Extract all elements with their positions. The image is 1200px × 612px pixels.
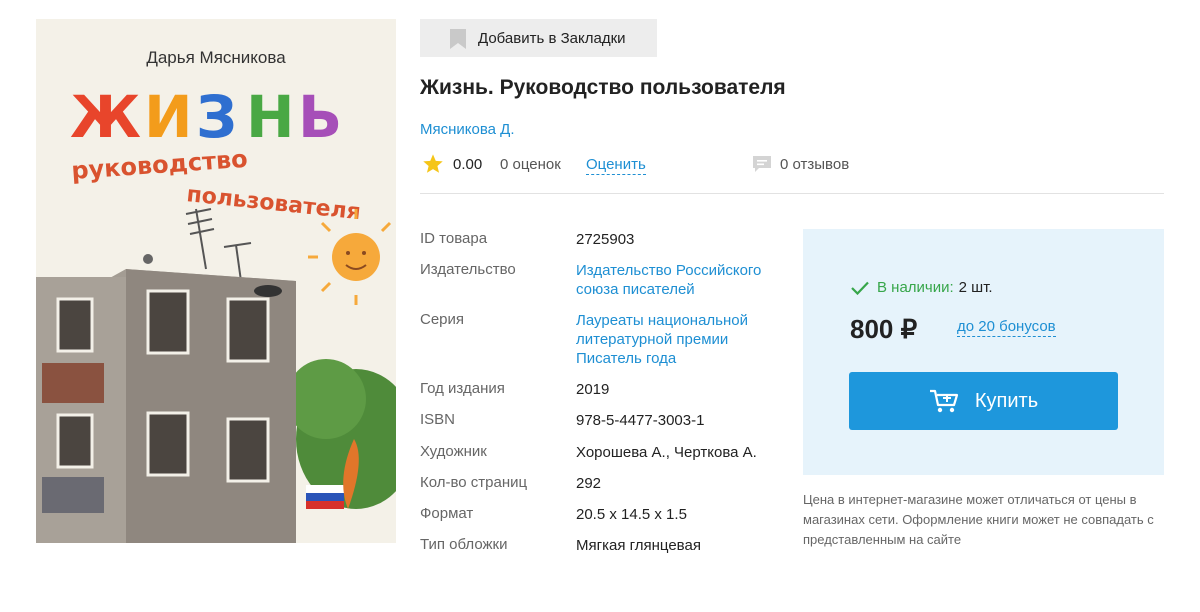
divider [420,193,1164,194]
property-key: Художник [420,443,487,460]
check-icon [851,281,869,295]
product-title: Жизнь. Руководство пользователя [420,76,786,99]
property-value: 292 [576,475,602,492]
buy-button[interactable]: Купить [849,372,1118,430]
property-value: 2019 [576,381,610,398]
property-value: Хорошева А., Черткова А. [576,444,757,461]
property-value: 20.5 x 14.5 x 1.5 [576,506,687,523]
rate-link[interactable]: Оценить [586,156,646,175]
rating-value: 0.00 [453,156,483,173]
svg-text:Ь: Ь [298,83,342,151]
svg-text:Н: Н [246,83,295,151]
add-bookmark-label: Добавить в Закладки [478,29,626,47]
property-value: 978-5-4477-3003-1 [576,412,705,429]
votes-count: 0 оценок [500,156,561,173]
cart-icon [929,389,958,413]
buy-panel: В наличии: 2 шт. 800 ₽ до 20 бонусов Куп… [803,229,1164,475]
comment-icon [753,156,771,172]
bonus-link[interactable]: до 20 бонусов [957,318,1056,337]
price-disclaimer: Цена в интернет-магазине может отличатьс… [803,492,1154,547]
property-key: Кол-во страниц [420,474,528,491]
buy-button-label: Купить [974,389,1039,412]
property-key: Серия [420,311,465,328]
property-key: Формат [420,505,474,522]
svg-text:Ж: Ж [70,83,141,151]
book-cover-image[interactable]: Дарья Мясникова Ж И З Н Ь руководство по… [36,19,396,543]
property-value: 2725903 [576,231,635,248]
publisher-link[interactable]: Издательство Российского союза писателей [576,261,786,299]
price: 800 ₽ [850,314,918,344]
svg-text:З: З [196,83,237,151]
star-icon [423,154,443,173]
property-key: Издательство [420,261,516,278]
author-link[interactable]: Мясникова Д. [420,121,515,138]
bookmark-icon [450,29,466,49]
stock-quantity: 2 шт. [958,279,993,296]
property-value: Мягкая глянцевая [576,537,701,554]
stock-label: В наличии: [877,279,954,296]
property-key: Тип обложки [420,536,508,553]
property-key: ISBN [420,411,456,428]
rating-row: 0.00 0 оценок Оценить 0 отзывов [420,152,1164,176]
cover-author: Дарья Мясникова [146,48,286,67]
series-link[interactable]: Лауреаты национальной литературной преми… [576,311,786,368]
building-illustration [36,254,296,543]
svg-text:И: И [144,83,193,151]
property-key: Год издания [420,380,505,397]
property-key: ID товара [420,230,488,247]
stock-status: В наличии: 2 шт. [851,279,993,296]
add-bookmark-button[interactable]: Добавить в Закладки [420,19,657,57]
reviews-link[interactable]: 0 отзывов [780,156,849,173]
